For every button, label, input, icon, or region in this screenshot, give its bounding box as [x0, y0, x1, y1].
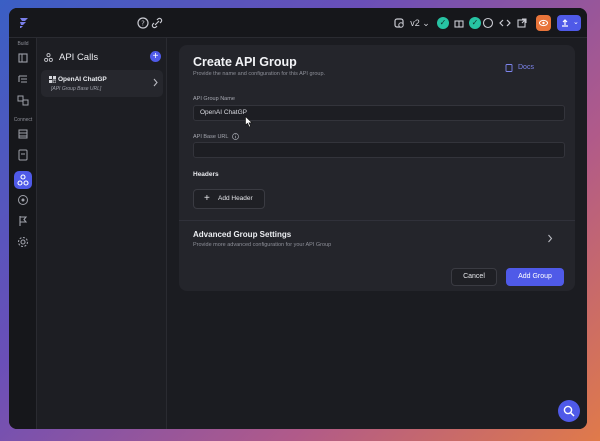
group-name-label: API Group Name: [193, 96, 235, 102]
create-api-group-card: Create API Group Provide the name and co…: [179, 45, 575, 291]
rail-connect-label: Connect: [13, 117, 33, 123]
api-group-base-url: [API Group Base URL]: [51, 86, 102, 92]
add-group-button[interactable]: Add Group: [506, 268, 564, 286]
version-label: v2: [410, 18, 420, 28]
chat-icon[interactable]: [481, 16, 495, 30]
add-header-label: Add Header: [218, 195, 253, 202]
docs-label: Docs: [518, 64, 534, 71]
api-calls-panel: API Calls + OpenAI ChatGP [API Group Bas…: [37, 38, 167, 429]
page-subtitle: Provide the name and configuration for t…: [193, 71, 326, 77]
widget-tree-icon[interactable]: [16, 72, 30, 86]
api-network-icon: [17, 174, 29, 186]
eye-icon: [539, 19, 548, 27]
storage-icon[interactable]: [16, 148, 30, 162]
add-header-button[interactable]: + Add Header: [193, 189, 265, 209]
search-fab-button[interactable]: [558, 400, 580, 422]
docs-link[interactable]: Docs: [505, 61, 549, 75]
help-icon[interactable]: ?: [136, 16, 150, 30]
mouse-cursor-icon: [245, 116, 253, 128]
base-url-input[interactable]: [193, 142, 565, 158]
api-group-list-item[interactable]: OpenAI ChatGP [API Group Base URL]: [41, 70, 163, 97]
code-icon[interactable]: [498, 16, 512, 30]
preview-button[interactable]: [536, 15, 551, 31]
api-network-icon: [44, 53, 53, 62]
svg-text:?: ?: [141, 20, 145, 28]
chevron-down-icon: ⌄: [422, 18, 430, 28]
base-url-label: API Base URL: [193, 133, 239, 140]
flutterflow-logo-icon[interactable]: [17, 16, 31, 30]
api-calls-nav-button[interactable]: [14, 171, 32, 189]
settings-gear-icon[interactable]: [16, 235, 30, 249]
data-schema-icon[interactable]: [16, 127, 30, 141]
components-icon[interactable]: [16, 93, 30, 107]
add-api-call-button[interactable]: +: [150, 51, 161, 62]
open-external-icon[interactable]: [515, 16, 529, 30]
headers-heading: Headers: [193, 171, 219, 178]
panel-title: API Calls: [59, 52, 99, 63]
link-icon[interactable]: [150, 16, 164, 30]
document-icon: [505, 64, 513, 72]
publish-button[interactable]: ⌄: [557, 15, 581, 31]
rail-build-label: Build: [17, 41, 29, 47]
advanced-settings-title[interactable]: Advanced Group Settings: [193, 230, 291, 239]
app-window: ? v2 ⌄ ✓ ✓ ⌄ Build Connect API Calls + O…: [9, 8, 587, 429]
top-bar: ? v2 ⌄ ✓ ✓ ⌄: [9, 8, 587, 38]
cloud-sync-icon[interactable]: [392, 16, 406, 30]
version-dropdown[interactable]: v2 ⌄: [409, 15, 431, 31]
check-badge-icon[interactable]: ✓: [469, 17, 481, 29]
pages-icon[interactable]: [16, 51, 30, 65]
api-group-name: OpenAI ChatGP: [58, 76, 107, 83]
group-name-value: OpenAI ChatGP: [200, 109, 247, 116]
media-assets-icon[interactable]: [16, 193, 30, 207]
cancel-button[interactable]: Cancel: [451, 268, 497, 286]
search-icon: [563, 405, 575, 417]
plus-icon: +: [204, 193, 210, 204]
chevron-right-icon: [153, 78, 158, 87]
info-icon[interactable]: [231, 133, 239, 140]
divider: [179, 220, 575, 221]
chevron-down-icon: ⌄: [573, 19, 579, 26]
upload-icon: [562, 19, 568, 27]
gift-icon[interactable]: [452, 16, 466, 30]
chevron-right-icon[interactable]: [547, 234, 553, 243]
page-title: Create API Group: [193, 55, 297, 69]
nav-rail: Build Connect: [9, 38, 37, 429]
grid-icon: [49, 76, 56, 83]
advanced-settings-subtitle: Provide more advanced configuration for …: [193, 242, 332, 248]
flag-icon[interactable]: [16, 214, 30, 228]
main-area: Create API Group Provide the name and co…: [167, 38, 587, 429]
check-badge-icon[interactable]: ✓: [437, 17, 449, 29]
